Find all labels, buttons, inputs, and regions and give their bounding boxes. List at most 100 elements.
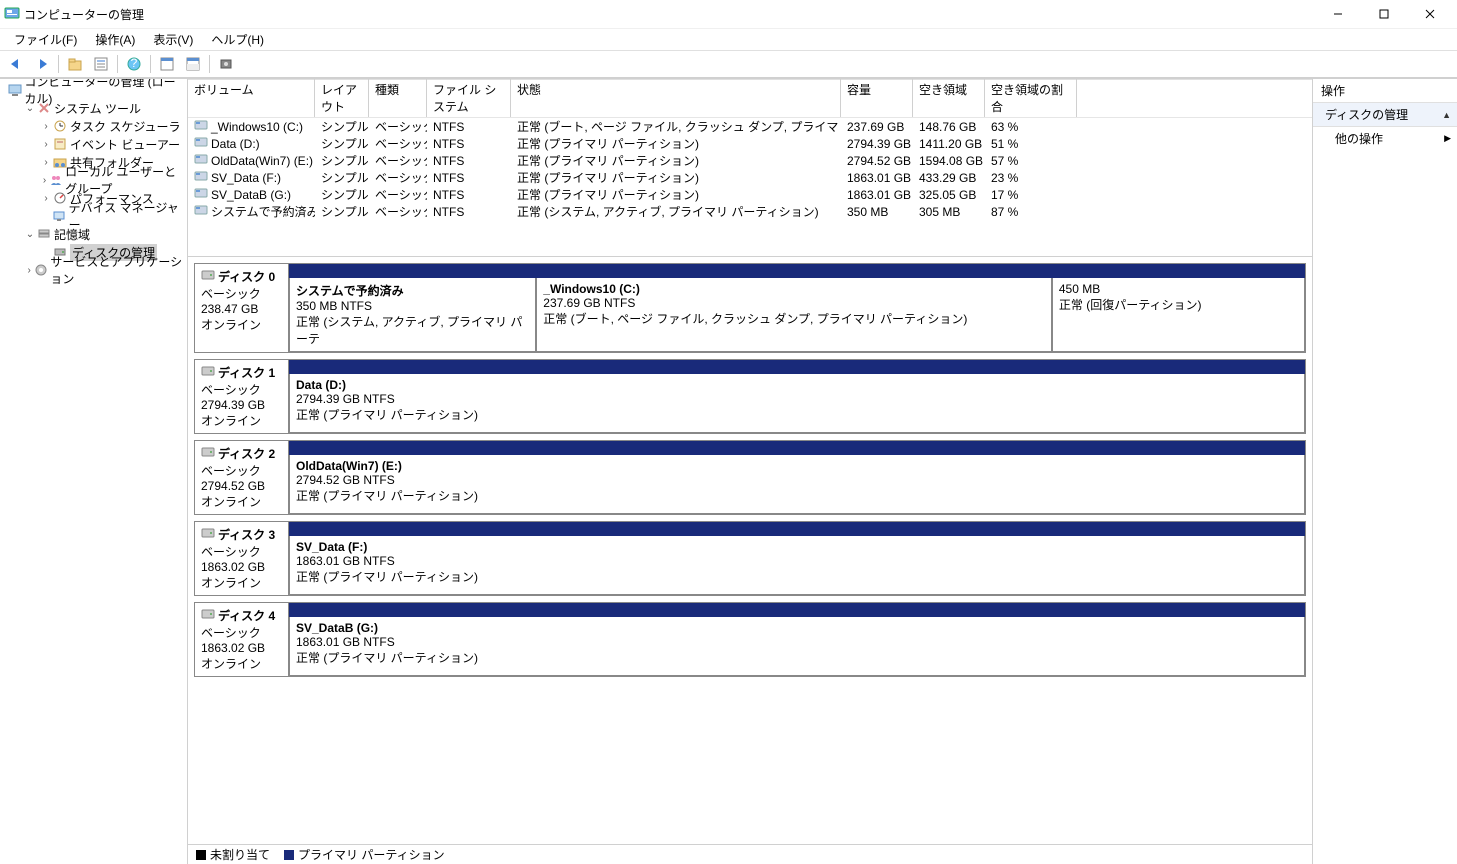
- partition-size: 350 MB NTFS: [296, 299, 529, 313]
- volume-row[interactable]: OldData(Win7) (E:)シンプルベーシックNTFS正常 (プライマリ…: [188, 152, 1312, 169]
- partition-size: 2794.52 GB NTFS: [296, 473, 1298, 487]
- partition[interactable]: _Windows10 (C:)237.69 GB NTFS正常 (ブート, ペー…: [536, 278, 1052, 352]
- svg-text:?: ?: [131, 57, 138, 70]
- partition-topbar: [289, 603, 1305, 617]
- volume-row[interactable]: _Windows10 (C:)シンプルベーシックNTFS正常 (ブート, ページ…: [188, 118, 1312, 135]
- back-button[interactable]: [4, 53, 28, 75]
- tree-local-users[interactable]: ›ローカル ユーザーとグループ: [2, 171, 185, 189]
- center-pane: ボリューム レイアウト 種類 ファイル システム 状態 容量 空き領域 空き領域…: [188, 79, 1312, 864]
- disk-icon: [201, 446, 215, 461]
- expand-icon[interactable]: ›: [40, 139, 52, 150]
- partition[interactable]: システムで予約済み350 MB NTFS正常 (システム, アクティブ, プライ…: [289, 278, 536, 352]
- col-filesystem[interactable]: ファイル システム: [427, 79, 511, 117]
- menu-view[interactable]: 表示(V): [145, 29, 201, 50]
- col-volume[interactable]: ボリューム: [188, 79, 315, 117]
- disk-type: ベーシック: [201, 462, 282, 479]
- disk-state: オンライン: [201, 316, 282, 333]
- partition[interactable]: SV_Data (F:)1863.01 GB NTFS正常 (プライマリ パーテ…: [289, 536, 1305, 595]
- toolbar-separator: [150, 55, 151, 73]
- tree-event-viewer[interactable]: ›イベント ビューアー: [2, 135, 185, 153]
- clock-icon: [52, 118, 68, 134]
- up-button[interactable]: [63, 53, 87, 75]
- disk-header[interactable]: ディスク 3 ベーシック 1863.02 GB オンライン: [195, 522, 289, 595]
- disk-state: オンライン: [201, 412, 282, 429]
- volume-row[interactable]: Data (D:)シンプルベーシックNTFS正常 (プライマリ パーティション)…: [188, 135, 1312, 152]
- tree-task-scheduler[interactable]: ›タスク スケジューラ: [2, 117, 185, 135]
- collapse-icon[interactable]: ⌄: [24, 103, 36, 114]
- legend-unallocated-swatch: [196, 850, 206, 860]
- partition[interactable]: SV_DataB (G:)1863.01 GB NTFS正常 (プライマリ パー…: [289, 617, 1305, 676]
- expand-icon[interactable]: ›: [40, 121, 52, 132]
- minimize-button[interactable]: [1315, 0, 1361, 28]
- col-status[interactable]: 状態: [511, 79, 841, 117]
- partition-topbar: [289, 264, 1305, 278]
- disk-row[interactable]: ディスク 1 ベーシック 2794.39 GB オンラインData (D:)27…: [194, 359, 1306, 434]
- volume-list[interactable]: ボリューム レイアウト 種類 ファイル システム 状態 容量 空き領域 空き領域…: [188, 79, 1312, 257]
- volume-row[interactable]: SV_Data (F:)シンプルベーシックNTFS正常 (プライマリ パーティシ…: [188, 169, 1312, 186]
- view-list-button[interactable]: [155, 53, 179, 75]
- properties-button[interactable]: [89, 53, 113, 75]
- expand-icon[interactable]: ›: [40, 193, 52, 204]
- disk-row[interactable]: ディスク 0 ベーシック 238.47 GB オンラインシステムで予約済み350…: [194, 263, 1306, 353]
- volume-header-row: ボリューム レイアウト 種類 ファイル システム 状態 容量 空き領域 空き領域…: [188, 79, 1312, 118]
- disk-size: 2794.52 GB: [201, 479, 282, 493]
- partition[interactable]: OldData(Win7) (E:)2794.52 GB NTFS正常 (プライ…: [289, 455, 1305, 514]
- actions-disk-management[interactable]: ディスクの管理 ▲: [1313, 103, 1457, 127]
- settings-button[interactable]: [214, 53, 238, 75]
- disk-size: 238.47 GB: [201, 302, 282, 316]
- help-button[interactable]: ?: [122, 53, 146, 75]
- disk-type: ベーシック: [201, 624, 282, 641]
- disk-row[interactable]: ディスク 3 ベーシック 1863.02 GB オンラインSV_Data (F:…: [194, 521, 1306, 596]
- expand-icon[interactable]: ›: [24, 265, 34, 276]
- disk-title: ディスク 2: [218, 445, 275, 462]
- volume-icon: [194, 204, 208, 216]
- partition[interactable]: 450 MB正常 (回復パーティション): [1052, 278, 1305, 352]
- disk-state: オンライン: [201, 574, 282, 591]
- col-type[interactable]: 種類: [369, 79, 427, 117]
- col-capacity[interactable]: 容量: [841, 79, 913, 117]
- partition-status: 正常 (プライマリ パーティション): [296, 406, 1298, 423]
- menu-action[interactable]: 操作(A): [87, 29, 143, 50]
- disk-header[interactable]: ディスク 2 ベーシック 2794.52 GB オンライン: [195, 441, 289, 514]
- volume-row[interactable]: システムで予約済みシンプルベーシックNTFS正常 (システム, アクティブ, プ…: [188, 203, 1312, 220]
- event-icon: [52, 136, 68, 152]
- collapse-triangle-icon: ▲: [1442, 110, 1451, 120]
- actions-more[interactable]: 他の操作 ▶: [1313, 127, 1457, 150]
- partition-size: 450 MB: [1059, 282, 1298, 296]
- titlebar: コンピューターの管理: [0, 0, 1457, 28]
- menu-file[interactable]: ファイル(F): [6, 29, 85, 50]
- col-layout[interactable]: レイアウト: [315, 79, 369, 117]
- tree-pane[interactable]: コンピューターの管理 (ローカル) ⌄システム ツール ›タスク スケジューラ …: [0, 79, 188, 864]
- disk-row[interactable]: ディスク 2 ベーシック 2794.52 GB オンラインOldData(Win…: [194, 440, 1306, 515]
- menu-help[interactable]: ヘルプ(H): [203, 29, 272, 50]
- tree-services[interactable]: ›サービスとアプリケーション: [2, 261, 185, 279]
- menubar: ファイル(F) 操作(A) 表示(V) ヘルプ(H): [0, 28, 1457, 50]
- expand-icon[interactable]: ›: [40, 157, 52, 168]
- col-free-pct[interactable]: 空き領域の割合: [985, 79, 1077, 117]
- disk-header[interactable]: ディスク 4 ベーシック 1863.02 GB オンライン: [195, 603, 289, 676]
- services-icon: [34, 262, 48, 278]
- disk-icon: [201, 527, 215, 542]
- disk-graphical-pane[interactable]: ディスク 0 ベーシック 238.47 GB オンラインシステムで予約済み350…: [188, 257, 1312, 844]
- legend-primary-label: プライマリ パーティション: [298, 846, 445, 863]
- disk-title: ディスク 0: [218, 268, 275, 285]
- toolbar-separator: [58, 55, 59, 73]
- volume-row[interactable]: SV_DataB (G:)シンプルベーシックNTFS正常 (プライマリ パーティ…: [188, 186, 1312, 203]
- tree-device-manager[interactable]: ›デバイス マネージャー: [2, 207, 185, 225]
- expand-icon[interactable]: ›: [40, 175, 49, 186]
- disk-row[interactable]: ディスク 4 ベーシック 1863.02 GB オンラインSV_DataB (G…: [194, 602, 1306, 677]
- tree-root[interactable]: コンピューターの管理 (ローカル): [2, 81, 185, 99]
- close-button[interactable]: [1407, 0, 1453, 28]
- forward-button[interactable]: [30, 53, 54, 75]
- view-detail-button[interactable]: [181, 53, 205, 75]
- maximize-button[interactable]: [1361, 0, 1407, 28]
- col-free[interactable]: 空き領域: [913, 79, 985, 117]
- partition-name: _Windows10 (C:): [543, 282, 1045, 296]
- disk-header[interactable]: ディスク 0 ベーシック 238.47 GB オンライン: [195, 264, 289, 352]
- disk-header[interactable]: ディスク 1 ベーシック 2794.39 GB オンライン: [195, 360, 289, 433]
- tools-icon: [36, 100, 52, 116]
- collapse-icon[interactable]: ⌄: [24, 229, 36, 240]
- partition-size: 1863.01 GB NTFS: [296, 554, 1298, 568]
- partition[interactable]: Data (D:)2794.39 GB NTFS正常 (プライマリ パーティショ…: [289, 374, 1305, 433]
- submenu-arrow-icon: ▶: [1444, 133, 1451, 144]
